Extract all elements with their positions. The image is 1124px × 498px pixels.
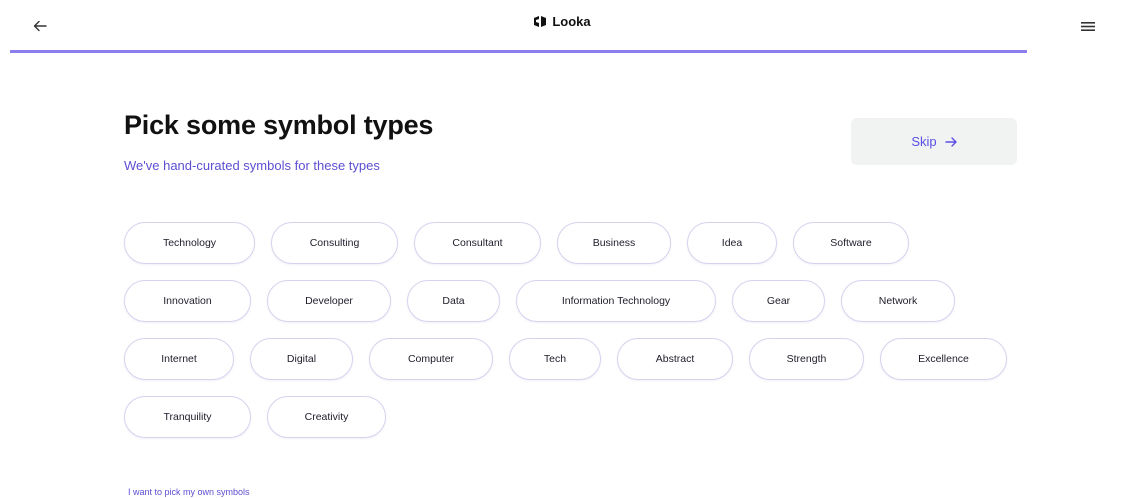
chip-software[interactable]: Software [793,222,909,264]
chip-excellence[interactable]: Excellence [880,338,1007,380]
chip-strength[interactable]: Strength [749,338,864,380]
chip-information-technology[interactable]: Information Technology [516,280,716,322]
symbol-type-chips: Technology Consulting Consultant Busines… [124,222,1024,454]
top-bar: Looka [0,0,1124,53]
chip-computer[interactable]: Computer [369,338,493,380]
pick-own-symbols-link[interactable]: I want to pick my own symbols [128,487,250,497]
looka-logo-icon [534,16,547,27]
brand-name: Looka [552,14,591,29]
chip-network[interactable]: Network [841,280,955,322]
chip-row: Technology Consulting Consultant Busines… [124,222,1024,264]
chip-row: Tranquility Creativity [124,396,1024,438]
chip-idea[interactable]: Idea [687,222,777,264]
menu-button[interactable] [1076,14,1100,38]
chip-developer[interactable]: Developer [267,280,391,322]
page-title: Pick some symbol types [124,110,434,140]
chip-consultant[interactable]: Consultant [414,222,541,264]
skip-label: Skip [911,134,937,149]
chip-digital[interactable]: Digital [250,338,353,380]
chip-consulting[interactable]: Consulting [271,222,398,264]
progress-bar [10,50,1027,53]
chip-creativity[interactable]: Creativity [267,396,386,438]
chip-row: Innovation Developer Data Information Te… [124,280,1024,322]
chip-data[interactable]: Data [407,280,500,322]
chip-tech[interactable]: Tech [509,338,601,380]
chip-internet[interactable]: Internet [124,338,234,380]
chip-row: Internet Digital Computer Tech Abstract … [124,338,1024,380]
chip-business[interactable]: Business [557,222,671,264]
arrow-right-icon [944,136,957,147]
chip-gear[interactable]: Gear [732,280,825,322]
chip-tranquility[interactable]: Tranquility [124,396,251,438]
brand-logo[interactable]: Looka [0,14,1124,29]
skip-button[interactable]: Skip [851,118,1017,165]
page-subtitle: We've hand-curated symbols for these typ… [124,158,380,173]
chip-abstract[interactable]: Abstract [617,338,733,380]
chip-technology[interactable]: Technology [124,222,255,264]
hamburger-menu-icon [1081,21,1095,31]
chip-innovation[interactable]: Innovation [124,280,251,322]
